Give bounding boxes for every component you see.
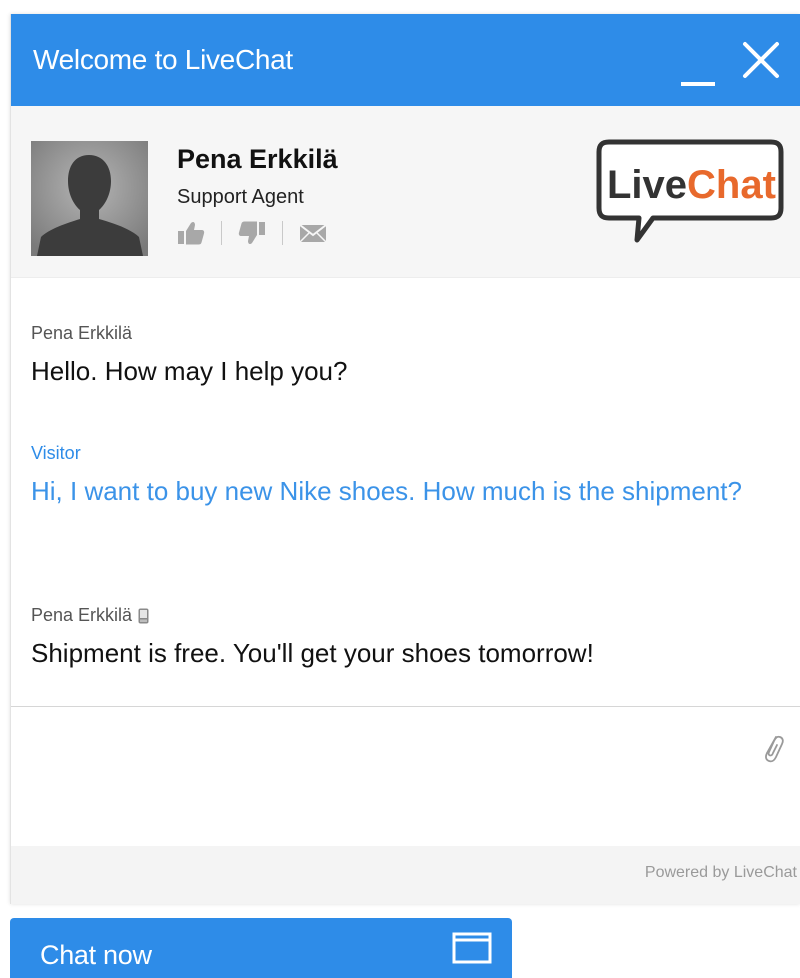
close-button[interactable] xyxy=(739,38,783,82)
envelope-icon[interactable] xyxy=(299,220,327,246)
chat-window: Welcome to LiveChat Pena Erkkilä Support… xyxy=(10,14,800,904)
window-icon xyxy=(452,932,492,964)
chat-footer: Powered by LiveChat xyxy=(11,846,800,904)
agent-avatar xyxy=(31,141,148,256)
chat-title: Welcome to LiveChat xyxy=(33,44,293,75)
message-text: Hello. How may I help you? xyxy=(31,356,348,386)
livechat-logo: LiveChat xyxy=(595,136,785,248)
thumbs-up-icon[interactable] xyxy=(177,220,205,246)
mobile-phone-icon xyxy=(138,607,149,624)
minimize-button[interactable] xyxy=(677,36,719,86)
close-icon xyxy=(743,42,779,78)
agent-info: Pena Erkkilä Support Agent LiveChat xyxy=(11,106,800,278)
message-text: Hi, I want to buy new Nike shoes. How mu… xyxy=(31,476,742,506)
message-author: Visitor xyxy=(31,443,81,463)
message-item: Visitor Hi, I want to buy new Nike shoes… xyxy=(31,442,781,508)
agent-role: Support Agent xyxy=(177,186,304,208)
message-author: Pena Erkkilä xyxy=(31,323,133,343)
attach-file-button[interactable] xyxy=(759,729,785,765)
message-author-row: Pena Erkkilä xyxy=(31,604,781,626)
message-list: Pena Erkkilä Hello. How may I help you? … xyxy=(11,278,800,706)
message-item: Pena Erkkilä Shipment is free. You'll ge… xyxy=(31,604,781,670)
minimize-icon xyxy=(681,82,715,86)
message-input-area[interactable] xyxy=(11,706,800,846)
agent-name: Pena Erkkilä xyxy=(177,144,338,174)
paperclip-icon xyxy=(765,735,784,763)
agent-rating-actions xyxy=(177,219,327,247)
message-item: Pena Erkkilä Hello. How may I help you? xyxy=(31,322,781,388)
message-text: Shipment is free. You'll get your shoes … xyxy=(31,638,594,668)
divider xyxy=(282,221,283,245)
chat-header: Welcome to LiveChat xyxy=(11,14,800,106)
powered-by-label: Powered by LiveChat xyxy=(644,864,797,881)
thumbs-down-icon[interactable] xyxy=(238,220,266,246)
svg-text:LiveChat: LiveChat xyxy=(607,163,776,207)
chat-now-label: Chat now xyxy=(40,940,152,970)
chat-now-button[interactable]: Chat now xyxy=(10,918,512,978)
message-author: Pena Erkkilä xyxy=(31,605,133,625)
divider xyxy=(221,221,222,245)
